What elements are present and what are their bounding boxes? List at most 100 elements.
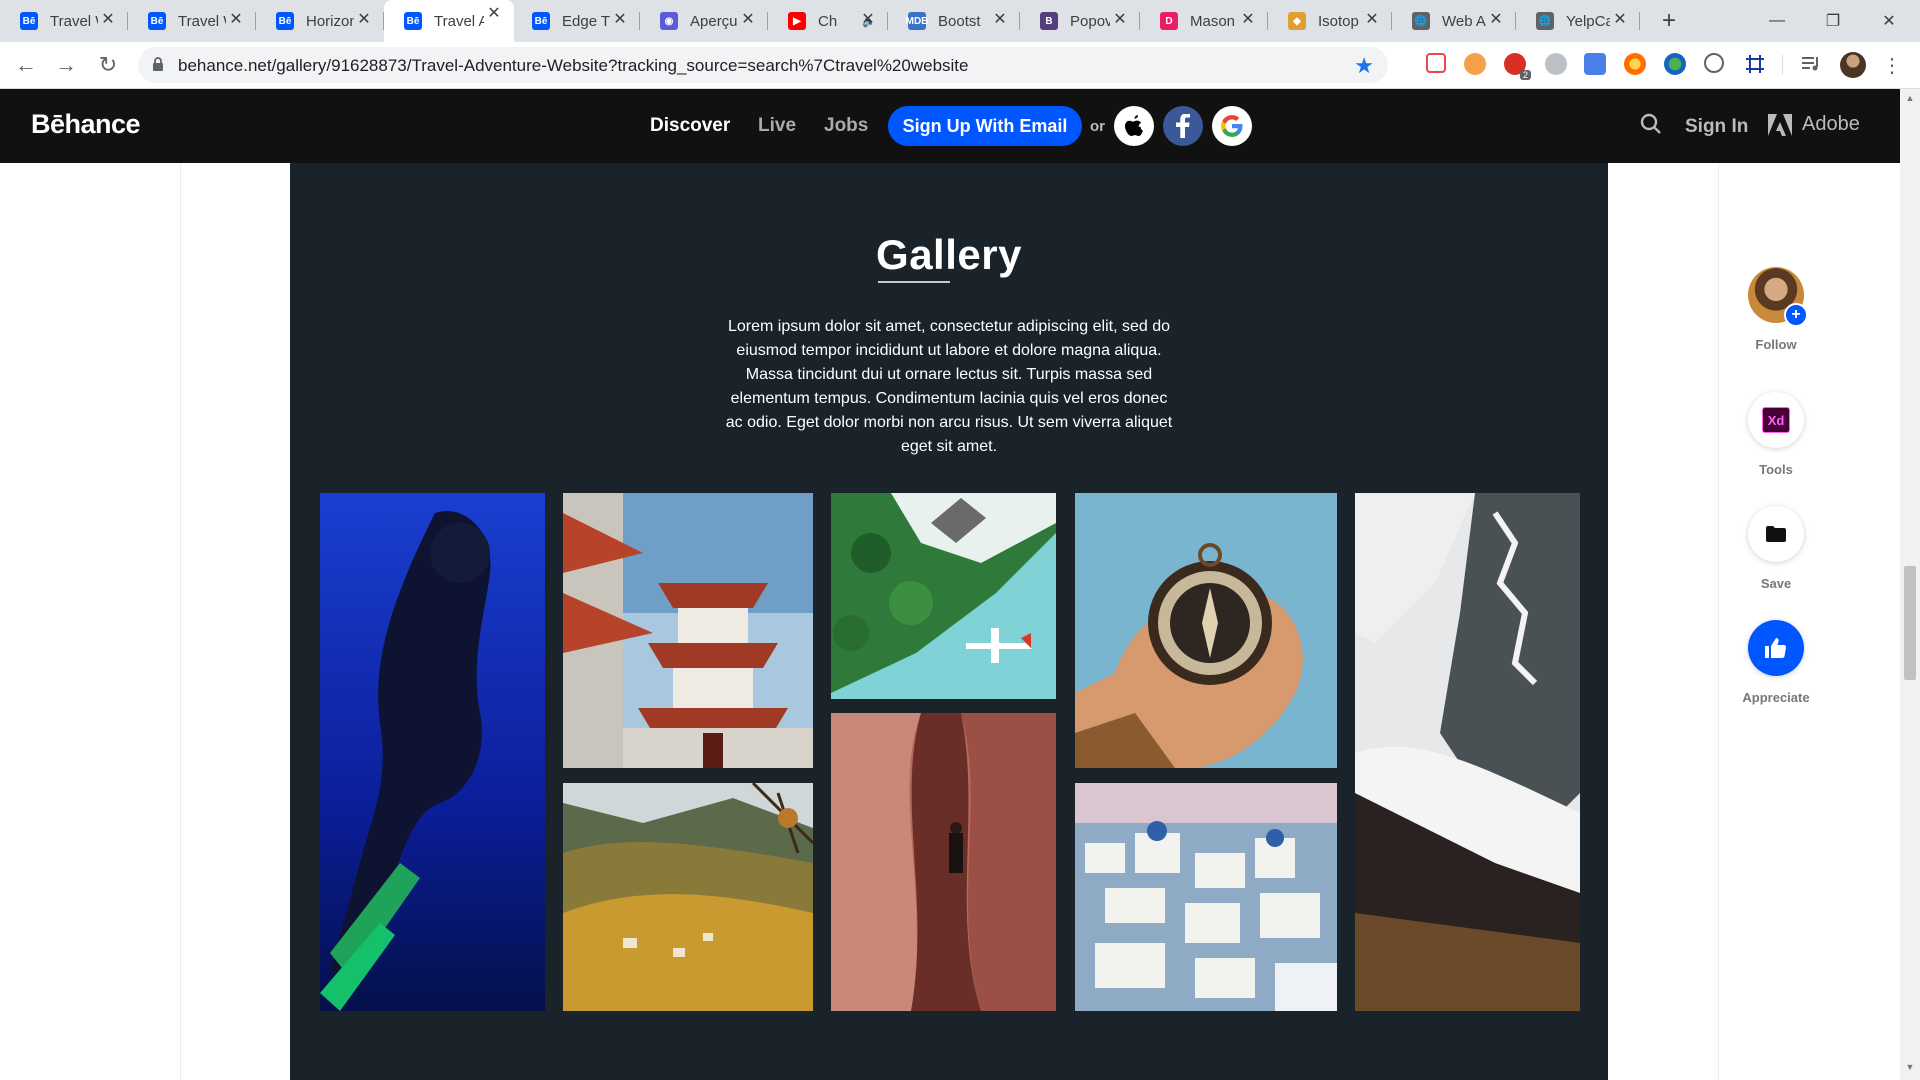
tools-label: Tools	[1759, 462, 1793, 477]
browser-tab[interactable]: Bē Travel W✕	[0, 6, 128, 36]
photo-tropical-island[interactable]	[831, 493, 1056, 699]
tab-title: Aperçu	[690, 12, 738, 30]
extension-icon[interactable]	[1464, 53, 1486, 75]
close-tab-icon[interactable]: ✕	[98, 9, 118, 29]
behance-logo[interactable]: Bēhance	[31, 109, 141, 140]
photo-red-canyon[interactable]	[831, 713, 1056, 1011]
photo-alpine-valley[interactable]	[563, 783, 813, 1011]
adblock-extension-icon[interactable]: 2	[1504, 53, 1531, 80]
browser-tab[interactable]: ◉ Aperçu ✕	[640, 6, 768, 36]
close-tab-icon[interactable]: ✕	[354, 9, 374, 29]
thumbs-up-icon	[1765, 638, 1787, 658]
extension-icon[interactable]	[1704, 53, 1724, 73]
facebook-signin-button[interactable]	[1163, 106, 1203, 146]
nav-link-live[interactable]: Live	[758, 115, 796, 137]
close-tab-icon[interactable]: ✕	[738, 9, 758, 29]
save-label: Save	[1760, 576, 1792, 591]
minimize-button[interactable]: —	[1754, 0, 1800, 42]
apple-icon	[1125, 115, 1143, 136]
pocket-extension-icon[interactable]	[1426, 53, 1446, 73]
adobe-xd-icon: Xd	[1762, 407, 1790, 433]
browser-tab[interactable]: B Popov ✕	[1020, 6, 1140, 36]
tab-favicon-icon: Bē	[532, 12, 550, 30]
close-window-button[interactable]: ✕	[1866, 0, 1912, 42]
sign-in-link[interactable]: Sign In	[1685, 116, 1748, 138]
tools-action[interactable]: Xd Tools	[1748, 392, 1804, 477]
close-tab-icon[interactable]: ✕	[990, 9, 1010, 29]
grid-extension-icon[interactable]	[1744, 53, 1766, 75]
profile-avatar[interactable]	[1840, 52, 1866, 78]
media-control-icon[interactable]	[1800, 53, 1822, 75]
appreciate-action[interactable]: Appreciate	[1742, 620, 1810, 705]
photo-snowy-mountain[interactable]	[1355, 493, 1580, 1011]
nav-link-discover[interactable]: Discover	[650, 115, 730, 137]
nav-link-jobs[interactable]: Jobs	[824, 115, 868, 137]
close-tab-icon[interactable]: ✕	[1238, 9, 1258, 29]
browser-tab[interactable]: 🌐 YelpCa ✕	[1516, 6, 1640, 36]
tab-favicon-icon: 🌐	[1412, 12, 1430, 30]
browser-tab[interactable]: ▶ Ch 🔈 ✕	[768, 6, 888, 36]
reload-button[interactable]: ↻	[94, 51, 122, 79]
folder-icon	[1766, 526, 1786, 542]
photo-pagoda[interactable]	[563, 493, 813, 768]
translate-extension-icon[interactable]	[1584, 53, 1606, 75]
extension-icon[interactable]	[1624, 53, 1646, 75]
tab-title: Popov	[1070, 12, 1110, 30]
scroll-down-arrow[interactable]: ▼	[1904, 1062, 1916, 1074]
browser-tab[interactable]: Bē Edge T ✕	[512, 6, 640, 36]
tab-favicon-icon: D	[1160, 12, 1178, 30]
back-button[interactable]: ←	[12, 51, 40, 79]
close-tab-icon[interactable]: ✕	[1110, 9, 1130, 29]
scroll-up-arrow[interactable]: ▲	[1904, 93, 1916, 105]
extension-icon[interactable]	[1664, 53, 1686, 75]
photo-scuba-diver[interactable]	[320, 493, 545, 1011]
gallery-description: Lorem ipsum dolor sit amet, consectetur …	[725, 318, 1173, 455]
close-tab-icon[interactable]: ✕	[1486, 9, 1506, 29]
close-tab-icon[interactable]: ✕	[610, 9, 630, 29]
search-icon[interactable]	[1640, 113, 1662, 140]
photo-compass[interactable]	[1075, 493, 1337, 768]
new-tab-button[interactable]: +	[1656, 7, 1682, 34]
apple-signin-button[interactable]	[1114, 106, 1154, 146]
forward-button[interactable]: →	[52, 51, 80, 79]
tab-favicon-icon: 🌐	[1536, 12, 1554, 30]
url-text: behance.net/gallery/91628873/Travel-Adve…	[178, 56, 969, 75]
browser-tab[interactable]: D Mason ✕	[1140, 6, 1268, 36]
facebook-icon	[1176, 114, 1190, 138]
extension-icon[interactable]	[1545, 53, 1567, 75]
tab-title: Mason	[1190, 12, 1236, 30]
save-button[interactable]	[1748, 506, 1804, 562]
save-action[interactable]: Save	[1748, 506, 1804, 591]
plus-icon[interactable]: +	[1784, 303, 1808, 327]
close-tab-icon[interactable]: ✕	[226, 9, 246, 29]
browser-tab[interactable]: Bē Travel W✕	[128, 6, 256, 36]
appreciate-button[interactable]	[1748, 620, 1804, 676]
adobe-label: Adobe	[1802, 113, 1860, 135]
address-bar[interactable]: behance.net/gallery/91628873/Travel-Adve…	[138, 47, 1388, 83]
lock-icon	[152, 56, 164, 77]
close-tab-icon[interactable]: ✕	[1610, 9, 1630, 29]
tab-favicon-icon: ▶	[788, 12, 806, 30]
browser-tab[interactable]: 🌐 Web A ✕	[1392, 6, 1516, 36]
browser-tab[interactable]: Bē Horizon ✕	[256, 6, 384, 36]
restore-button[interactable]: ❐	[1810, 0, 1856, 42]
appreciate-label: Appreciate	[1742, 690, 1810, 705]
google-signin-button[interactable]	[1212, 106, 1252, 146]
browser-tab[interactable]: ◆ Isotop ✕	[1268, 6, 1392, 36]
follow-action[interactable]: + Follow	[1748, 267, 1808, 352]
toolbar-separator	[1782, 55, 1783, 75]
browser-tab[interactable]: Bē Travel A ✕	[384, 0, 514, 42]
scrollbar-thumb[interactable]	[1904, 566, 1916, 680]
sign-up-email-button[interactable]: Sign Up With Email	[888, 106, 1082, 146]
tools-button[interactable]: Xd	[1748, 392, 1804, 448]
close-tab-icon[interactable]: ✕	[858, 9, 878, 29]
close-tab-icon[interactable]: ✕	[1362, 9, 1382, 29]
photo-santorini[interactable]	[1075, 783, 1337, 1011]
browser-tab[interactable]: MDB Bootst ✕	[888, 6, 1020, 36]
browser-menu-icon[interactable]: ⋮	[1882, 52, 1902, 78]
bookmark-star-icon[interactable]: ★	[1354, 53, 1374, 79]
close-tab-icon[interactable]: ✕	[484, 3, 504, 23]
project-canvas: Gallery Lorem ipsum dolor sit amet, cons…	[290, 163, 1608, 1080]
tab-title: Travel W	[50, 12, 98, 30]
adobe-link[interactable]: Adobe	[1768, 113, 1860, 136]
